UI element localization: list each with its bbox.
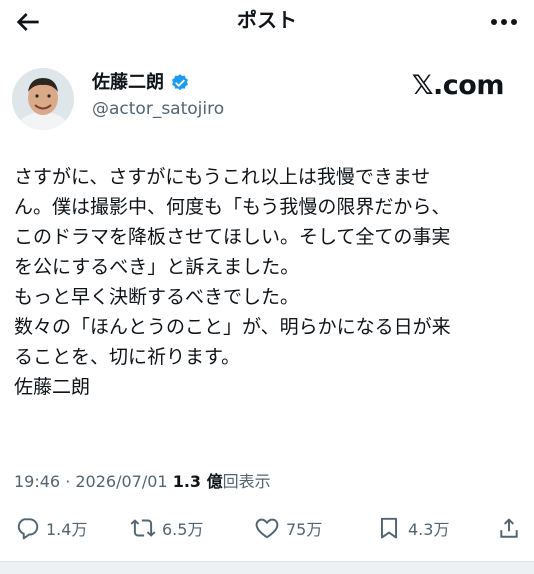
repost-icon (130, 519, 156, 537)
share-icon (500, 518, 518, 538)
avatar[interactable] (12, 68, 74, 130)
x-com-logo: 𝕏.com (411, 70, 505, 101)
heart-icon (255, 518, 279, 539)
post-time[interactable]: 19:46 (14, 472, 60, 491)
post-meta: 19:46 · 2026/07/01 1.3 億回表示 (14, 472, 271, 492)
post-line: ん。僕は撮影中、何度も「もう我慢の限界だから、 (14, 196, 451, 218)
post-line: 佐藤二朗 (14, 376, 91, 398)
post-line: を公にするべき」と訴えました。 (14, 256, 300, 278)
bookmark-icon (380, 517, 398, 539)
post-line: ることを、切に祈ります。 (14, 346, 241, 368)
top-bar: ポスト (0, 0, 534, 44)
more-options-button[interactable] (488, 8, 520, 36)
repost-button[interactable]: 6.5万 (130, 512, 203, 544)
bookmark-button[interactable]: 4.3万 (376, 512, 449, 544)
author-name-row[interactable]: 佐藤二朗 (92, 72, 190, 94)
section-divider (0, 561, 534, 574)
post-line: さすがに、さすがにもうこれ以上は我慢できませ (14, 166, 431, 188)
post-date[interactable]: 2026/07/01 (75, 472, 167, 491)
reply-icon (17, 518, 39, 540)
like-button[interactable]: 75万 (254, 512, 322, 544)
author-handle[interactable]: @actor_satojiro (92, 98, 224, 120)
post-line: このドラマを降板させてほしい。そして全ての事実 (14, 226, 451, 248)
post-text: さすがに、さすがにもうこれ以上は我慢できませ ん。僕は撮影中、何度も「もう我慢の… (14, 162, 520, 402)
post-line: 数々の「ほんとうのこと」が、明らかになる日が来 (14, 316, 451, 338)
meta-separator: · (60, 472, 76, 491)
repost-count: 6.5万 (162, 520, 204, 539)
action-bar: 1.4万 6.5万 75万 4.3万 (0, 512, 534, 544)
more-horizontal-icon (491, 19, 517, 25)
reply-count: 1.4万 (46, 520, 88, 539)
like-count: 75万 (286, 520, 323, 539)
verified-badge-icon (172, 74, 188, 91)
views-count[interactable]: 1.3 億 (173, 472, 223, 491)
views-label: 回表示 (222, 472, 271, 491)
avatar-image (12, 68, 74, 130)
reply-button[interactable]: 1.4万 (14, 512, 87, 544)
share-button[interactable] (496, 512, 522, 544)
bookmark-count: 4.3万 (408, 520, 450, 539)
post-line: もっと早く決断するべきでした。 (14, 286, 300, 308)
author-name[interactable]: 佐藤二朗 (92, 72, 164, 94)
page-title: ポスト (237, 8, 297, 32)
